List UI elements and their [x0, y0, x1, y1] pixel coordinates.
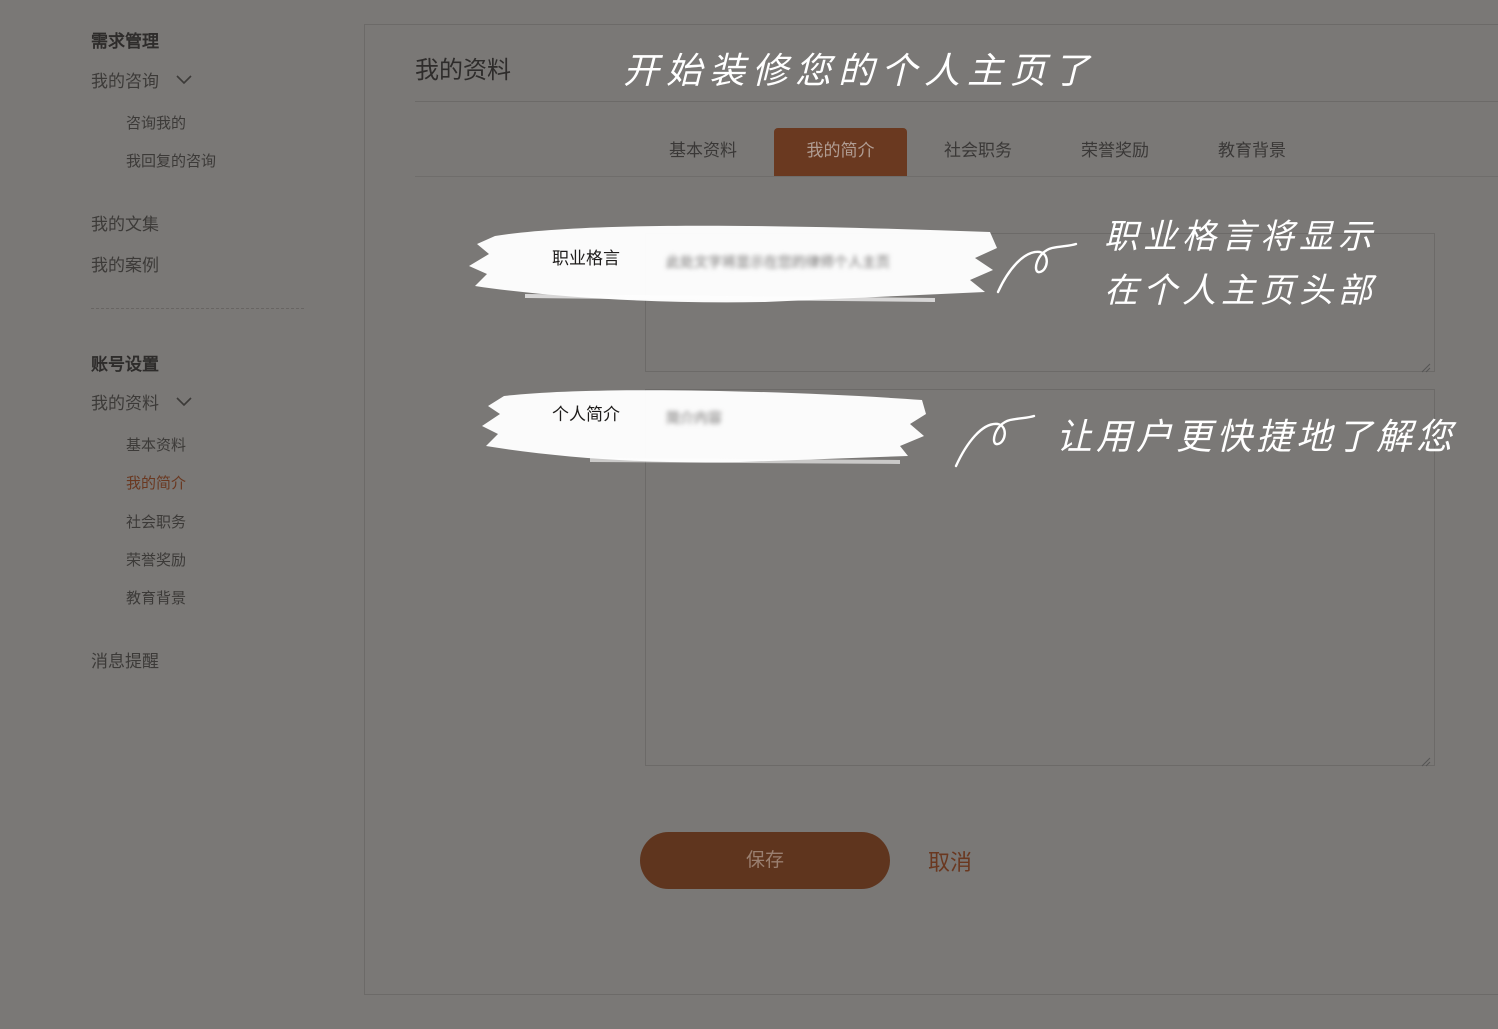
- sidebar-item-consults-to-me[interactable]: 咨询我的: [126, 112, 186, 133]
- sidebar-group-account: 账号设置: [91, 355, 159, 375]
- sidebar-item-basic-info[interactable]: 基本资料: [126, 434, 186, 455]
- cancel-button[interactable]: 取消: [928, 845, 972, 877]
- motto-value: 此处文字将显示在您的律师个人主页: [666, 255, 890, 271]
- annotation-motto-line1: 职业格言将显示: [1104, 217, 1377, 257]
- resize-handle-icon[interactable]: [1421, 752, 1431, 767]
- resize-handle-icon[interactable]: [1421, 358, 1431, 373]
- tab-basic-info[interactable]: 基本资料: [650, 128, 756, 176]
- sidebar-item-my-profile[interactable]: 我的资料: [91, 389, 192, 414]
- intro-value: 简介内容: [666, 411, 722, 427]
- intro-label: 个人简介: [552, 405, 620, 425]
- sidebar-item-my-articles[interactable]: 我的文集: [91, 210, 159, 235]
- tab-social-duties[interactable]: 社会职务: [925, 128, 1031, 176]
- motto-label: 职业格言: [552, 249, 620, 269]
- sidebar: 需求管理 我的咨询 咨询我的 我回复的咨询 我的文集 我的案例 账号设置 我的资…: [0, 0, 330, 1029]
- tab-education[interactable]: 教育背景: [1199, 128, 1305, 176]
- sidebar-item-my-cases[interactable]: 我的案例: [91, 251, 159, 276]
- annotation-top: 开始装修您的个人主页了: [623, 51, 1097, 92]
- save-button[interactable]: 保存: [640, 832, 890, 889]
- chevron-down-icon: [176, 70, 192, 90]
- sidebar-item-my-replied[interactable]: 我回复的咨询: [126, 150, 216, 171]
- annotation-swirl-icon: [996, 242, 1078, 294]
- sidebar-item-notifications[interactable]: 消息提醒: [91, 647, 159, 672]
- sidebar-item-education[interactable]: 教育背景: [126, 587, 186, 608]
- annotation-swirl-icon: [954, 414, 1036, 468]
- annotation-motto: 职业格言将显示 在个人主页头部: [1104, 210, 1377, 318]
- sidebar-item-my-intro[interactable]: 我的简介: [126, 472, 186, 493]
- sidebar-divider: [91, 308, 304, 309]
- chevron-down-icon: [176, 392, 192, 412]
- page-title: 我的资料: [415, 56, 511, 84]
- tab-my-intro[interactable]: 我的简介: [774, 128, 907, 176]
- tabs-divider: [415, 176, 1498, 177]
- title-divider: [415, 101, 1498, 102]
- annotation-intro: 让用户更快捷地了解您: [1056, 417, 1457, 458]
- sidebar-item-label: 我的咨询: [91, 72, 159, 92]
- sidebar-item-honors[interactable]: 荣誉奖励: [126, 549, 186, 570]
- sidebar-item-label: 我的资料: [91, 394, 159, 414]
- sidebar-item-my-consults[interactable]: 我的咨询: [91, 67, 192, 92]
- tab-honors[interactable]: 荣誉奖励: [1062, 128, 1168, 176]
- sidebar-item-social-duties[interactable]: 社会职务: [126, 511, 186, 532]
- annotation-motto-line2: 在个人主页头部: [1104, 271, 1377, 311]
- sidebar-group-demand: 需求管理: [91, 32, 159, 52]
